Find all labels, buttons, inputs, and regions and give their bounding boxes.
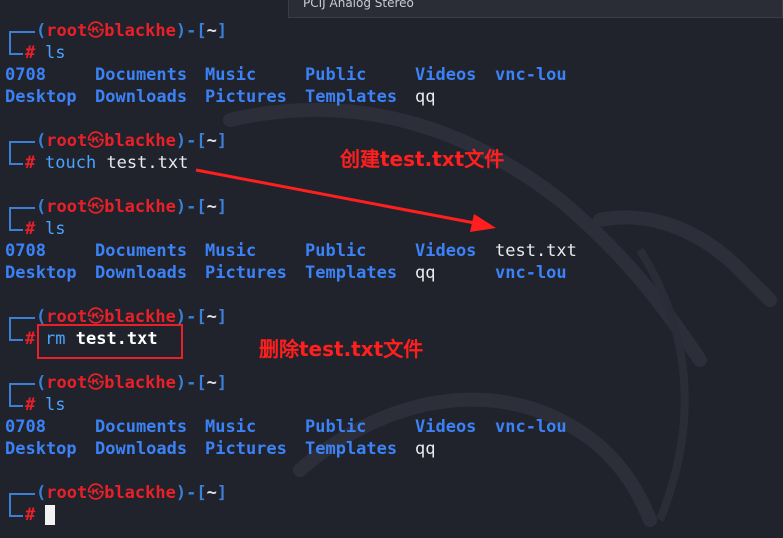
annotation-create: 创建test.txt文件	[340, 147, 505, 171]
annotation-delete: 删除test.txt文件	[259, 337, 424, 361]
red-arrow	[195, 168, 496, 232]
terminal-cursor	[45, 505, 55, 525]
